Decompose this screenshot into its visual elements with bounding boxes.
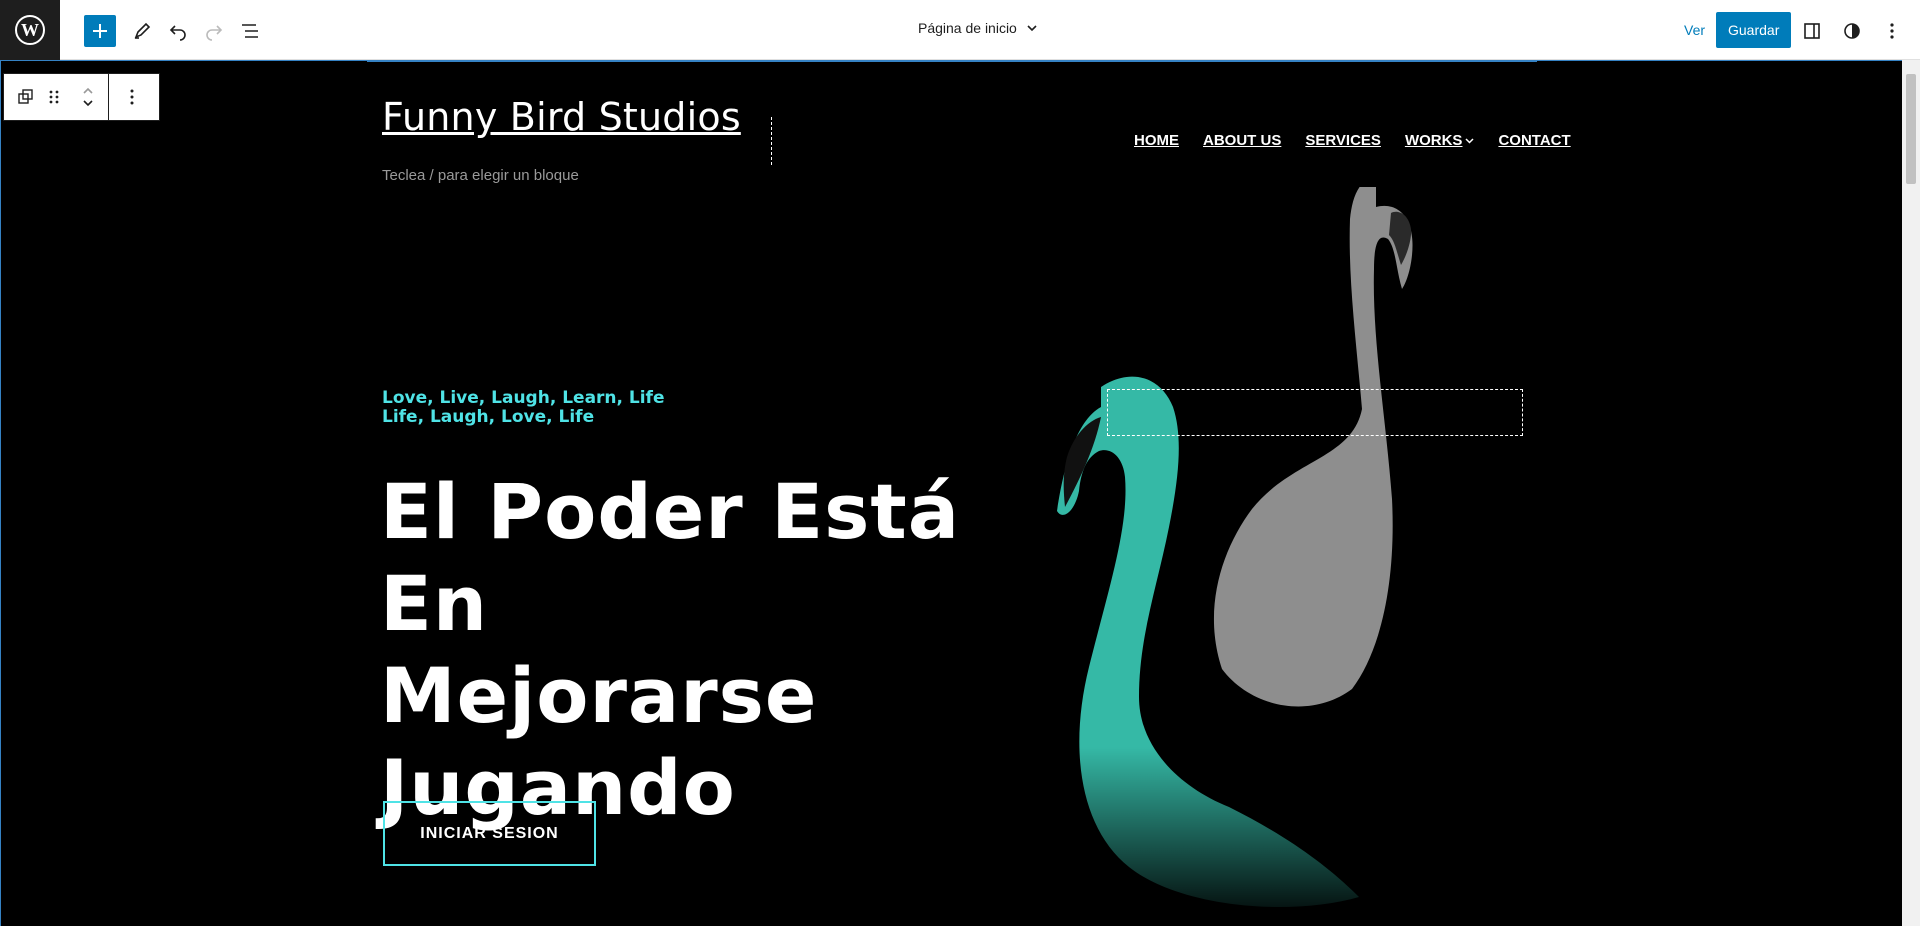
view-link[interactable]: Ver xyxy=(1684,22,1705,38)
login-button[interactable]: INICIAR SESION xyxy=(383,801,596,866)
document-title-label: Página de inicio xyxy=(918,20,1017,36)
options-menu-icon[interactable] xyxy=(1876,15,1908,47)
nav-item-services[interactable]: SERVICES xyxy=(1305,132,1381,149)
styles-icon[interactable] xyxy=(1836,15,1868,47)
editor-canvas[interactable]: Funny Bird Studios Teclea / para elegir … xyxy=(0,60,1902,926)
editor-topbar: W Página de inicio Ver Guardar xyxy=(0,0,1920,60)
hero-subtitle-line-1: Love, Live, Laugh, Learn, Life xyxy=(382,388,665,408)
chevron-down-icon xyxy=(1465,138,1474,144)
redo-icon[interactable] xyxy=(198,15,230,47)
pencil-icon[interactable] xyxy=(126,15,158,47)
hero-headline-line-2: Mejorarse xyxy=(380,651,818,740)
block-options-icon[interactable] xyxy=(109,74,155,120)
block-toolbar xyxy=(3,73,160,121)
add-block-button[interactable] xyxy=(84,15,116,47)
wordpress-logo-icon[interactable]: W xyxy=(0,0,60,60)
header-separator xyxy=(771,117,772,165)
list-view-icon[interactable] xyxy=(234,15,266,47)
header-selection-outline xyxy=(367,61,1537,62)
canvas-scrollbar[interactable] xyxy=(1902,60,1920,926)
nav-item-home[interactable]: HOME xyxy=(1134,132,1179,149)
move-up-down-icon[interactable] xyxy=(68,74,108,120)
tagline-placeholder[interactable]: Teclea / para elegir un bloque xyxy=(382,167,579,184)
save-button[interactable]: Guardar xyxy=(1716,12,1792,48)
main-navigation: HOME ABOUT US SERVICES WORKS CONTACT xyxy=(1134,132,1571,149)
chevron-down-icon xyxy=(1027,25,1037,32)
settings-sidebar-icon[interactable] xyxy=(1796,15,1828,47)
hero-subtitle-line-2: Life, Laugh, Love, Life xyxy=(382,407,595,427)
nav-item-about-us[interactable]: ABOUT US xyxy=(1203,132,1281,149)
scrollbar-thumb[interactable] xyxy=(1906,74,1916,184)
hero-headline[interactable]: El Poder Está En Mejorarse Jugando xyxy=(380,466,1020,834)
empty-block-placeholder[interactable] xyxy=(1107,389,1523,436)
nav-item-works-label: WORKS xyxy=(1404,132,1463,149)
site-title[interactable]: Funny Bird Studios xyxy=(382,95,741,139)
hero-headline-line-1: El Poder Está En xyxy=(380,467,960,648)
nav-item-works[interactable]: WORKS xyxy=(1405,132,1475,149)
document-title[interactable]: Página de inicio xyxy=(918,20,1039,36)
undo-icon[interactable] xyxy=(162,15,194,47)
hero-subtitle[interactable]: Love, Live, Laugh, Learn, Life Life, Lau… xyxy=(382,389,664,427)
transform-block-icon[interactable] xyxy=(12,74,40,120)
flamingo-image xyxy=(991,187,1471,926)
svg-text:W: W xyxy=(21,20,39,40)
nav-item-contact[interactable]: CONTACT xyxy=(1498,132,1570,149)
drag-handle-icon[interactable] xyxy=(40,74,68,120)
